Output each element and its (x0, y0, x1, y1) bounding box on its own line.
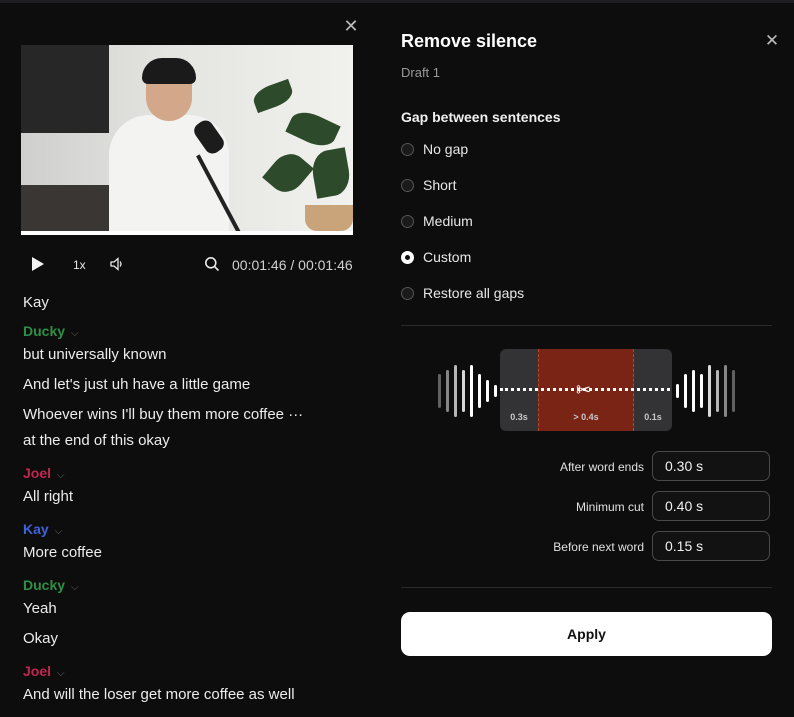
after-word-ends-row: After word ends (475, 451, 772, 483)
waveform-bar (454, 365, 457, 417)
waveform-bar (700, 374, 703, 408)
speaker-label[interactable]: Joel ⌵ (23, 663, 65, 681)
chevron-down-icon[interactable]: ⌵ (71, 328, 79, 339)
scissors-icon: ✂ (576, 380, 592, 400)
transcript-line[interactable]: More coffee (23, 540, 102, 566)
chevron-down-icon[interactable]: ⌵ (55, 526, 63, 537)
waveform-bar (486, 380, 489, 402)
panel-title: Remove silence (401, 31, 538, 51)
volume-icon[interactable] (110, 257, 124, 271)
waveform-bar (446, 370, 449, 412)
after-word-ends-input[interactable] (652, 451, 770, 481)
waveform-bar (732, 370, 735, 412)
divider (401, 325, 772, 326)
speaker-label[interactable]: Kay ⌵ (23, 521, 62, 539)
speaker-label[interactable]: Ducky ⌵ (23, 323, 79, 341)
waveform-bar (462, 370, 465, 412)
waveform-bar (716, 370, 719, 412)
timecode: 00:01:46 / 00:01:46 (232, 257, 353, 273)
playback-progress-bar[interactable] (21, 231, 353, 235)
transcript-line[interactable]: but universally known (23, 342, 166, 368)
waveform-bar (676, 384, 679, 398)
radio-button[interactable] (401, 287, 414, 300)
waveform-bar (684, 374, 687, 408)
transcript-line[interactable]: And let's just uh have a little game (23, 372, 250, 398)
waveform-bar (478, 374, 481, 408)
chevron-down-icon[interactable]: ⌵ (57, 470, 65, 481)
video-preview[interactable] (21, 45, 353, 231)
playback-speed-button[interactable]: 1x (73, 258, 86, 272)
player-pane: ✕ 1x 00:01:46 / 00:01:46 Kay Ducky ⌵ but… (0, 0, 375, 717)
waveform-bar (692, 370, 695, 412)
transcript: Kay Ducky ⌵ but universally known And let… (0, 282, 375, 717)
play-icon[interactable] (32, 257, 44, 271)
radio-button[interactable] (401, 143, 414, 156)
waveform-bar (438, 374, 441, 408)
player-controls: 1x 00:01:46 / 00:01:46 (21, 250, 354, 280)
transcript-line[interactable]: at the end of this okay (23, 428, 170, 454)
chevron-down-icon[interactable]: ⌵ (71, 582, 79, 593)
speaker-label[interactable]: Joel ⌵ (23, 465, 65, 483)
transcript-line[interactable]: Whoever wins I'll buy them more coffee ·… (23, 402, 303, 428)
apply-button[interactable]: Apply (401, 612, 772, 656)
chevron-down-icon[interactable]: ⌵ (57, 668, 65, 679)
divider (401, 587, 772, 588)
close-icon[interactable]: ✕ (764, 32, 780, 49)
transcript-line[interactable]: Kay (23, 290, 49, 316)
search-icon[interactable] (204, 256, 220, 272)
transcript-line[interactable]: Okay (23, 626, 58, 652)
waveform-bar (724, 365, 727, 417)
remove-silence-panel: Remove silence ✕ Draft 1 Gap between sen… (375, 0, 794, 717)
radio-button-checked[interactable] (401, 251, 414, 264)
draft-label: Draft 1 (401, 65, 441, 80)
radio-button[interactable] (401, 179, 414, 192)
gap-heading: Gap between sentences (401, 109, 561, 125)
transcript-line[interactable]: Yeah (23, 596, 57, 622)
waveform-bar (708, 365, 711, 417)
silence-gap-illustration: ✂ 0.3s > 0.4s 0.1s (437, 349, 737, 433)
minimum-cut-row: Minimum cut (475, 491, 772, 523)
before-next-word-input[interactable] (652, 531, 770, 561)
radio-button[interactable] (401, 215, 414, 228)
speaker-label[interactable]: Ducky ⌵ (23, 577, 79, 595)
transcript-line[interactable]: All right (23, 484, 73, 510)
close-player-icon[interactable]: ✕ (343, 17, 359, 35)
transcript-line[interactable]: And will the loser get more coffee as we… (23, 682, 295, 708)
before-next-word-row: Before next word (475, 531, 772, 563)
minimum-cut-input[interactable] (652, 491, 770, 521)
waveform-bar (470, 365, 473, 417)
waveform-bar (494, 385, 497, 397)
